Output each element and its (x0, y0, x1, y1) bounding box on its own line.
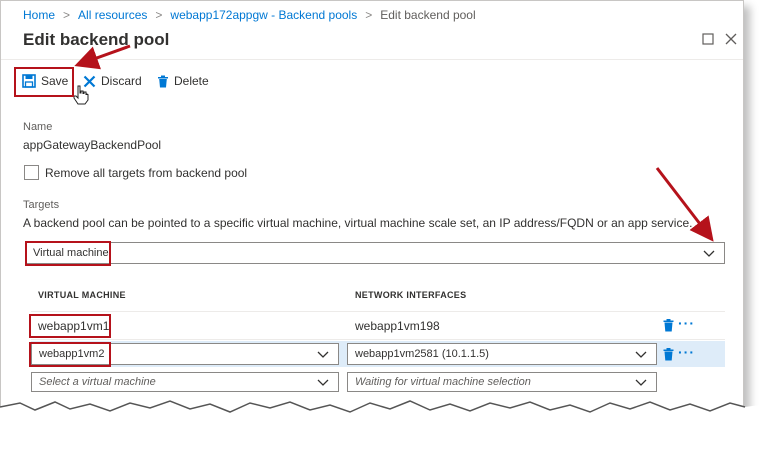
arrow-to-target-type (655, 167, 714, 242)
torn-edge (0, 400, 760, 453)
arrow-to-save (74, 44, 131, 70)
